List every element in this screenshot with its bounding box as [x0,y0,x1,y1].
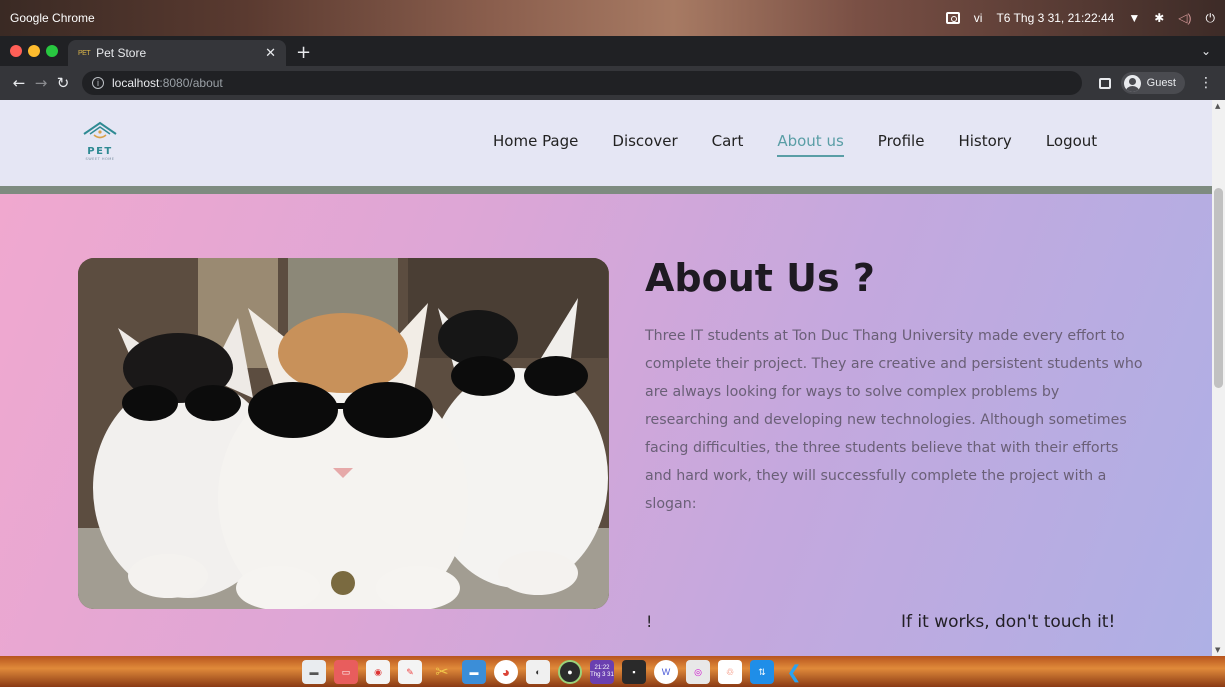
cats-sunglasses-photo [78,258,609,609]
os-app-name: Google Chrome [10,11,95,25]
guest-avatar-icon [1123,74,1141,92]
nav-history[interactable]: History [958,132,1011,150]
dock-clock-date: Thg 3 31 [590,672,614,678]
scroll-up-icon[interactable]: ▲ [1215,102,1220,110]
chrome-icon[interactable]: ◕ [494,660,518,684]
maximize-window-button[interactable] [46,45,58,57]
exclamation-mark: ! [646,612,653,631]
vscode-icon[interactable]: ❮ [782,660,806,684]
browser-toolbar: ← → ↻ i localhost:8080/about Guest ⋮ [0,66,1225,100]
volume-icon[interactable]: ◁) [1178,11,1191,25]
wifi-icon[interactable]: ▼ [1128,11,1140,25]
minimize-window-button[interactable] [28,45,40,57]
about-description: Three IT students at Ton Duc Thang Unive… [645,328,1143,512]
close-window-button[interactable] [10,45,22,57]
scroll-down-icon[interactable]: ▼ [1215,646,1220,654]
site-logo[interactable]: PET SWEET HOME [78,120,122,162]
os-top-bar: Google Chrome vi T6 Thg 3 31, 21:22:44 ▼… [0,0,1225,36]
page-scrollbar[interactable]: ▲ ▼ [1212,100,1225,656]
tab-favicon-icon: PET [78,49,91,57]
site-info-icon[interactable]: i [92,77,104,89]
slogan-text: If it works, don't touch it! [901,612,1116,632]
ring-app-icon[interactable]: ● [558,660,582,684]
image-viewer-icon[interactable]: ▭ [334,660,358,684]
gimp-icon[interactable]: ◐ [526,660,550,684]
back-arrow-icon[interactable]: ← [8,74,30,92]
input-language[interactable]: vi [974,11,983,25]
reload-icon[interactable]: ↻ [52,74,74,92]
os-clock[interactable]: T6 Thg 3 31, 21:22:44 [996,11,1114,25]
power-icon[interactable]: ⏻ [1206,11,1216,26]
about-title: About Us ? [645,256,875,300]
main-nav: Home Page Discover Cart About us Profile… [493,132,1131,157]
bluetooth-icon[interactable]: ✱ [1154,11,1164,25]
side-panel-icon[interactable] [1098,77,1111,89]
nav-cart[interactable]: Cart [712,132,744,150]
header-divider [0,186,1212,194]
address-bar[interactable]: i localhost:8080/about [82,71,1082,95]
desktop-icon[interactable]: ▬ [462,660,486,684]
terminal-icon[interactable]: ▪ [622,660,646,684]
transfer-app-icon[interactable]: ⇅ [750,660,774,684]
forward-arrow-icon[interactable]: → [30,74,52,92]
wps-office-icon[interactable]: W [654,660,678,684]
house-logo-icon [83,121,117,139]
dock-clock[interactable]: 21:22 Thg 3 31 [590,660,614,684]
nav-about-us[interactable]: About us [777,132,845,157]
page-viewport: PET SWEET HOME Home Page Discover Cart A… [0,100,1212,656]
scrollbar-thumb[interactable] [1214,188,1223,388]
browser-tab-strip: PET Pet Store ✕ + ⌄ [0,36,1225,66]
nav-discover[interactable]: Discover [612,132,677,150]
screenshot-tool-icon[interactable]: ✂ [430,660,454,684]
tab-search-chevron-icon[interactable]: ⌄ [1201,44,1225,66]
profile-button[interactable]: Guest [1120,72,1185,94]
screenshot-icon[interactable] [945,12,960,24]
nav-home-page[interactable]: Home Page [493,132,578,150]
dock: ▬ ▭ ◉ ✎ ✂ ▬ ◕ ◐ ● 21:22 Thg 3 31 ▪ W ◎ ♲… [302,657,806,687]
tab-title: Pet Store [96,46,147,60]
profile-name: Guest [1146,77,1176,89]
camera-app-icon[interactable]: ◎ [686,660,710,684]
url-host: localhost [112,76,160,90]
nav-logout[interactable]: Logout [1046,132,1097,150]
window-controls [0,45,68,66]
dock-clock-time: 21:22 [594,665,610,671]
browser-tab-pet-store[interactable]: PET Pet Store ✕ [68,40,286,66]
url-path: :8080/about [159,76,223,90]
about-section: About Us ? Three IT students at Ton Duc … [0,194,1212,656]
trash-icon[interactable]: ♲ [718,660,742,684]
browser-menu-icon[interactable]: ⋮ [1195,75,1217,91]
files-app-icon[interactable]: ▬ [302,660,326,684]
site-header: PET SWEET HOME Home Page Discover Cart A… [0,100,1212,186]
text-editor-icon[interactable]: ✎ [398,660,422,684]
logo-subtext: SWEET HOME [85,157,115,161]
close-tab-icon[interactable]: ✕ [265,45,276,61]
nav-profile[interactable]: Profile [878,132,925,150]
system-tray: vi T6 Thg 3 31, 21:22:44 ▼ ✱ ◁) ⏻ [945,11,1216,26]
document-viewer-icon[interactable]: ◉ [366,660,390,684]
logo-text: PET [87,146,113,157]
new-tab-icon[interactable]: + [296,42,311,63]
